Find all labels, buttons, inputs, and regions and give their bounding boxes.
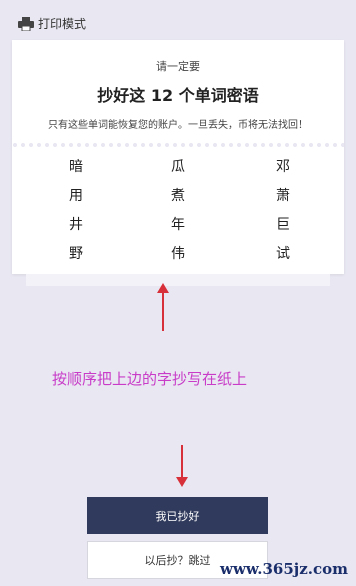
mnemonic-word: 用 — [69, 188, 83, 204]
mnemonic-word: 井 — [69, 217, 83, 233]
mnemonic-word: 年 — [171, 217, 185, 233]
print-mode-label[interactable]: 打印模式 — [38, 15, 86, 32]
card-note: 只有这些单词能恢复您的账户。一旦丢失，币将无法找回！ — [48, 120, 308, 131]
card-title: 抄好这 12 个单词密语 — [97, 86, 259, 105]
card-paper-edge — [26, 274, 330, 286]
arrow-down-icon — [176, 445, 188, 487]
mnemonic-word: 瓜 — [171, 159, 185, 175]
mnemonic-word: 暗 — [69, 159, 83, 175]
card-subtitle: 请一定要 — [156, 60, 200, 73]
annotation-instruction: 按顺序把上边的字抄写在纸上 — [52, 370, 248, 388]
confirm-copied-button[interactable]: 我已抄好 — [87, 497, 268, 534]
mnemonic-word: 巨 — [276, 217, 290, 233]
mnemonic-word: 萧 — [276, 188, 290, 204]
mnemonic-word: 伟 — [171, 246, 185, 262]
arrow-up-icon — [157, 283, 169, 331]
watermark: www.365jz.com — [220, 560, 348, 578]
printer-icon[interactable] — [18, 17, 34, 31]
tear-line-top — [12, 142, 344, 148]
mnemonic-card: 请一定要 抄好这 12 个单词密语 只有这些单词能恢复您的账户。一旦丢失，币将无… — [12, 40, 344, 274]
mnemonic-word: 野 — [69, 246, 83, 262]
mnemonic-word: 煮 — [171, 188, 185, 204]
mnemonic-word: 邓 — [276, 159, 290, 175]
mnemonic-word: 试 — [276, 246, 290, 262]
